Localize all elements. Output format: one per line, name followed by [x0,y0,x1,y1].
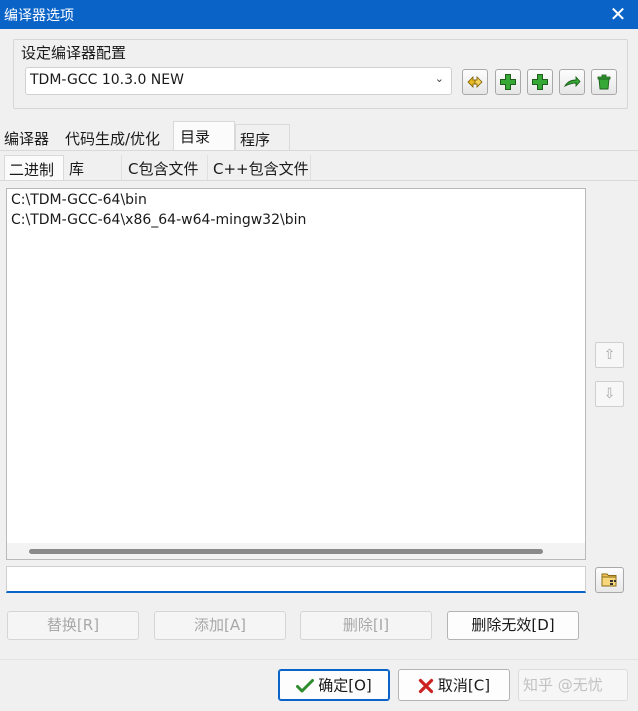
subtab-c-includes[interactable]: C包含文件 [122,155,208,181]
window-title: 编译器选项 [4,8,74,24]
tab-label: 代码生成/优化 [65,130,161,148]
browse-folder-button[interactable] [595,567,624,593]
horizontal-scrollbar[interactable] [7,543,585,559]
tab-divider [0,150,638,151]
tab-label: 目录 [180,128,211,146]
tab-compiler[interactable]: 编译器 [4,124,62,151]
subtab-libraries[interactable]: 库 [64,155,122,181]
scrollbar-thumb[interactable] [29,549,543,554]
add-config-copy-button[interactable] [527,69,553,95]
subtab-label: C包含文件 [128,160,199,178]
config-group-label: 设定编译器配置 [21,42,127,63]
tab-directories[interactable]: 目录 [173,121,235,151]
subtab-label: 二进制 [9,161,55,179]
compiler-config-value: TDM-GCC 10.3.0 NEW [30,72,184,88]
help-button[interactable]: 知乎 @无忧 [518,669,628,701]
move-up-button[interactable]: ⇧ [595,342,624,368]
move-down-button[interactable]: ⇩ [595,381,624,407]
add-button[interactable]: 添加[A] [154,611,286,640]
replace-button[interactable]: 替换[R] [7,611,139,640]
cancel-label: 取消[C] [437,676,491,695]
arrow-down-icon: ⇩ [603,386,616,402]
trash-icon [597,74,611,90]
arrow-up-icon: ⇧ [603,347,616,363]
close-icon[interactable]: ✕ [606,2,630,26]
subtab-binary[interactable]: 二进制 [4,155,64,181]
ok-button[interactable]: 确定[O] [278,669,390,701]
redirect-config-button[interactable] [559,69,585,95]
compiler-config-select[interactable]: TDM-GCC 10.3.0 NEW ⌄ [25,67,452,95]
ok-label: 确定[O] [318,676,372,695]
delete-invalid-button[interactable]: 删除无效[D] [447,611,579,640]
add-config-copy-icon [532,74,548,90]
subtab-label: 库 [69,160,85,178]
rename-config-icon [467,76,483,88]
redirect-config-icon [563,75,581,88]
rename-config-button[interactable] [462,69,488,95]
tab-label: 编译器 [4,130,50,148]
tab-programs[interactable]: 程序 [235,124,290,151]
directory-path-input[interactable] [6,566,586,593]
delete-button[interactable]: 删除[I] [300,611,432,640]
title-bar: 编译器选项 ✕ [0,0,638,29]
tab-codegen[interactable]: 代码生成/优化 [65,124,173,151]
directory-list[interactable]: C:\TDM-GCC-64\bin C:\TDM-GCC-64\x86_64-w… [6,188,586,560]
subtab-cpp-includes[interactable]: C++包含文件 [208,155,311,181]
folder-icon [601,573,617,587]
watermark-text: 知乎 @无忧 [523,676,603,694]
add-config-icon [500,74,516,90]
sub-tab-bar: 二进制 库 C包含文件 C++包含文件 [0,155,638,181]
delete-config-button[interactable] [591,69,617,95]
main-tab-bar: 编译器 代码生成/优化 目录 程序 [0,121,638,151]
add-config-button[interactable] [495,69,521,95]
chevron-down-icon: ⌄ [434,72,444,85]
list-item[interactable]: C:\TDM-GCC-64\bin [11,192,147,208]
x-icon [418,678,434,693]
cancel-button[interactable]: 取消[C] [398,669,510,701]
list-item[interactable]: C:\TDM-GCC-64\x86_64-w64-mingw32\bin [11,212,306,228]
check-icon [296,678,315,692]
subtab-label: C++包含文件 [213,160,309,178]
tab-label: 程序 [240,131,271,149]
